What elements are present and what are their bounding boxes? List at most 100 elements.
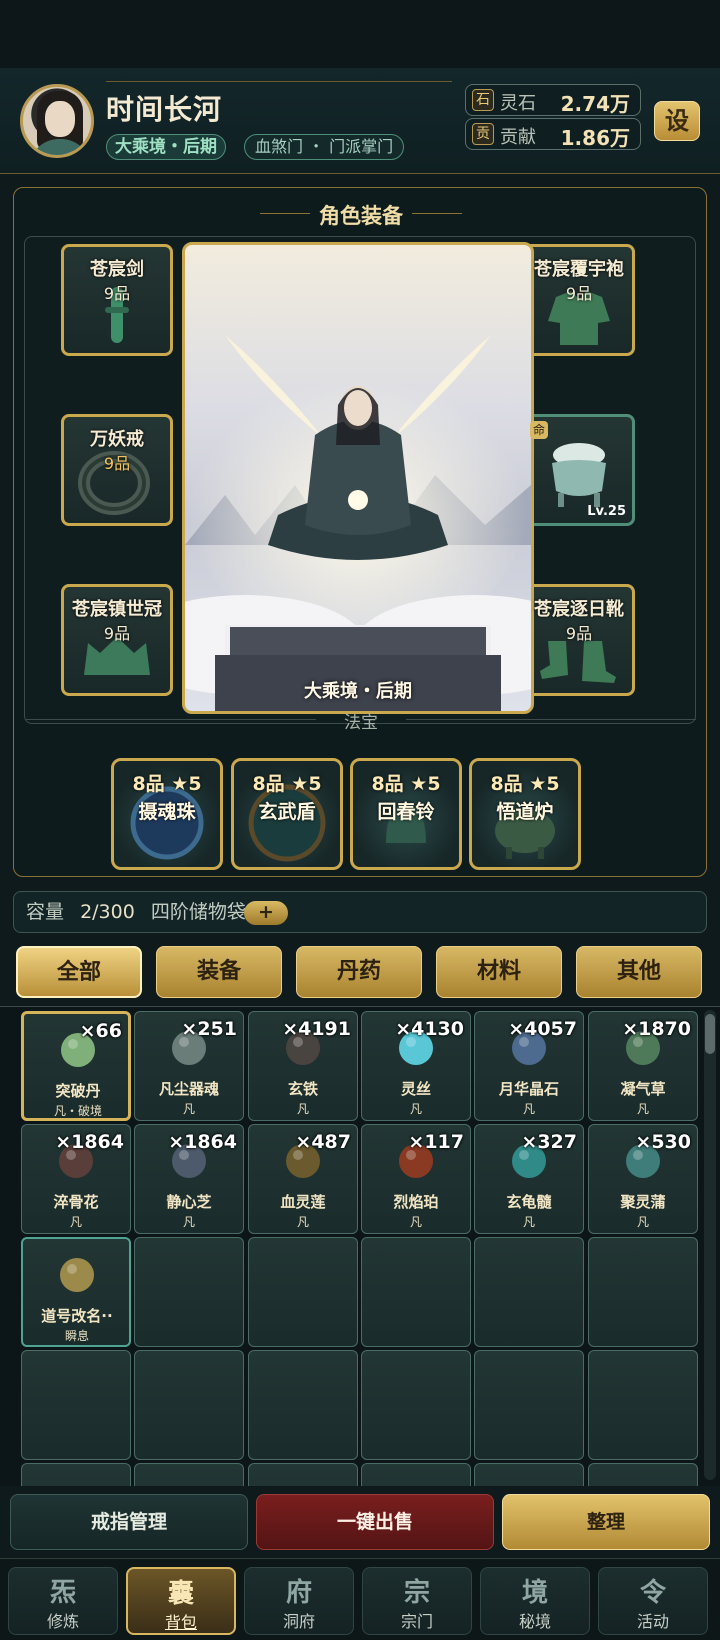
- item-quantity: ×327: [521, 1131, 577, 1153]
- item-name: 淬骨花: [53, 1193, 99, 1211]
- tab-pills[interactable]: 丹药: [296, 946, 422, 998]
- inventory-item[interactable]: ×4057 月华晶石凡: [474, 1011, 584, 1121]
- item-name: 血灵莲: [280, 1193, 326, 1211]
- empty-slot[interactable]: [248, 1237, 358, 1347]
- inventory-item[interactable]: ×4130 灵丝凡: [361, 1011, 471, 1121]
- item-name: 玄铁: [287, 1080, 318, 1098]
- settings-button[interactable]: 设: [654, 101, 700, 141]
- portrait-caption: 大乘境・后期: [304, 681, 412, 702]
- item-rank: 凡: [296, 1215, 309, 1229]
- item-quantity: ×4191: [282, 1018, 351, 1040]
- tab-equipment[interactable]: 装备: [156, 946, 282, 998]
- inventory-item[interactable]: ×1864 静心芝凡: [134, 1124, 244, 1234]
- nav-secret-realm[interactable]: 境 秘境: [480, 1567, 590, 1635]
- inventory-item[interactable]: ×327 玄龟髓凡: [474, 1124, 584, 1234]
- events-icon: 令: [639, 1578, 666, 1608]
- nav-backpack[interactable]: 囊 背包: [126, 1567, 236, 1635]
- inventory-item[interactable]: ×530 聚灵蒲凡: [588, 1124, 698, 1234]
- empty-slot[interactable]: [361, 1463, 471, 1486]
- ring-slot[interactable]: 万妖戒 9品: [61, 414, 173, 526]
- inventory-item[interactable]: ×4191 玄铁凡: [248, 1011, 358, 1121]
- item-quantity: ×251: [181, 1018, 237, 1040]
- inventory-item[interactable]: ×487 血灵莲凡: [248, 1124, 358, 1234]
- storage-capacity-bar: 容量 2/300 四阶储物袋 +: [13, 891, 707, 933]
- nav-cultivation[interactable]: 炁 修炼: [8, 1567, 118, 1635]
- empty-slot[interactable]: [21, 1350, 131, 1460]
- ring-management-button[interactable]: 戒指管理: [10, 1494, 248, 1550]
- item-name: 灵丝: [400, 1080, 431, 1098]
- empty-slot[interactable]: [588, 1463, 698, 1486]
- spirit-stone-icon: 石: [472, 89, 494, 111]
- item-rank: 凡: [409, 1102, 422, 1116]
- bag-name: 四阶储物袋: [150, 901, 246, 923]
- empty-slot[interactable]: [474, 1463, 584, 1486]
- rename-card-icon: [55, 1253, 99, 1297]
- equipment-panel: 角色装备 苍宸剑 9品 苍宸覆宇袍 9品 万妖戒 9品 命 Lv.25 苍宸镇世…: [13, 187, 707, 877]
- empty-slot[interactable]: [361, 1237, 471, 1347]
- item-rank: 凡: [522, 1102, 535, 1116]
- item-quantity: ×530: [635, 1131, 691, 1153]
- item-rank: 凡: [409, 1215, 422, 1229]
- item-rank: 凡: [636, 1215, 649, 1229]
- item-quantity: ×1864: [55, 1131, 124, 1153]
- player-name: 时间长河: [106, 93, 223, 126]
- empty-slot[interactable]: [474, 1237, 584, 1347]
- item-name: 玄龟髓: [506, 1193, 552, 1211]
- empty-slot[interactable]: [21, 1463, 131, 1486]
- inventory-item[interactable]: ×117 烈焰珀凡: [361, 1124, 471, 1234]
- empty-slot[interactable]: [474, 1350, 584, 1460]
- item-rank: 凡・破境: [53, 1104, 102, 1118]
- item-rank: 凡: [182, 1102, 195, 1116]
- item-quantity: ×1870: [622, 1018, 691, 1040]
- weapon-slot[interactable]: 苍宸剑 9品: [61, 244, 173, 356]
- crown-slot[interactable]: 苍宸镇世冠 9品: [61, 584, 173, 696]
- spirit-stone-resource: 石 灵石 2.74万: [465, 84, 641, 116]
- nav-events[interactable]: 令 活动: [598, 1567, 708, 1635]
- inventory-item[interactable]: ×1870 凝气草凡: [588, 1011, 698, 1121]
- level-label: Lv.25: [587, 504, 626, 519]
- sect-icon: 宗: [403, 1578, 430, 1608]
- tab-other[interactable]: 其他: [576, 946, 702, 998]
- inventory-item[interactable]: ×251 凡尘器魂凡: [134, 1011, 244, 1121]
- empty-slot[interactable]: [248, 1350, 358, 1460]
- fate-badge: 命: [530, 421, 548, 439]
- boots-slot[interactable]: 苍宸逐日靴 9品: [523, 584, 635, 696]
- treasure-slot-3[interactable]: 8品 ★5 回春铃: [350, 758, 462, 870]
- empty-slot[interactable]: [248, 1463, 358, 1486]
- item-rank: 凡: [296, 1102, 309, 1116]
- scrollbar-thumb[interactable]: [705, 1014, 715, 1054]
- empty-slot[interactable]: [588, 1350, 698, 1460]
- empty-slot[interactable]: [588, 1237, 698, 1347]
- life-treasure-slot[interactable]: 命 Lv.25: [523, 414, 635, 526]
- name-divider: [106, 81, 452, 82]
- item-name: 月华晶石: [498, 1080, 559, 1098]
- expand-bag-button[interactable]: +: [244, 901, 288, 925]
- item-quantity: ×117: [408, 1131, 464, 1153]
- tab-all[interactable]: 全部: [16, 946, 142, 998]
- item-quantity: ×487: [295, 1131, 351, 1153]
- empty-slot[interactable]: [134, 1463, 244, 1486]
- inventory-item[interactable]: 道号改名·· 瞬息: [21, 1237, 131, 1347]
- capacity-count: 2/300: [80, 901, 135, 923]
- avatar[interactable]: [20, 84, 94, 158]
- treasure-slot-2[interactable]: 8品 ★5 玄武盾: [231, 758, 343, 870]
- inventory-item[interactable]: ×66 突破丹 凡・破境: [21, 1011, 131, 1121]
- empty-slot[interactable]: [134, 1350, 244, 1460]
- quick-sell-button[interactable]: 一键出售: [256, 1494, 494, 1550]
- treasure-slot-4[interactable]: 8品 ★5 悟道炉: [469, 758, 581, 870]
- nav-cave-dwelling[interactable]: 府 洞府: [244, 1567, 354, 1635]
- item-name: 静心芝: [166, 1193, 212, 1211]
- empty-slot[interactable]: [361, 1350, 471, 1460]
- sort-button[interactable]: 整理: [502, 1494, 710, 1550]
- inventory-item[interactable]: ×1864 淬骨花凡: [21, 1124, 131, 1234]
- inventory-scrollbar[interactable]: [704, 1010, 716, 1480]
- empty-slot[interactable]: [134, 1237, 244, 1347]
- tab-materials[interactable]: 材料: [436, 946, 562, 998]
- realm-icon: 境: [521, 1578, 548, 1608]
- character-portrait: 大乘境・后期: [182, 242, 534, 714]
- robe-slot[interactable]: 苍宸覆宇袍 9品: [523, 244, 635, 356]
- capacity-label: 容量: [26, 901, 65, 923]
- treasure-slot-1[interactable]: 8品 ★5 摄魂珠: [111, 758, 223, 870]
- nav-sect[interactable]: 宗 宗门: [362, 1567, 472, 1635]
- item-name: 烈焰珀: [393, 1193, 439, 1211]
